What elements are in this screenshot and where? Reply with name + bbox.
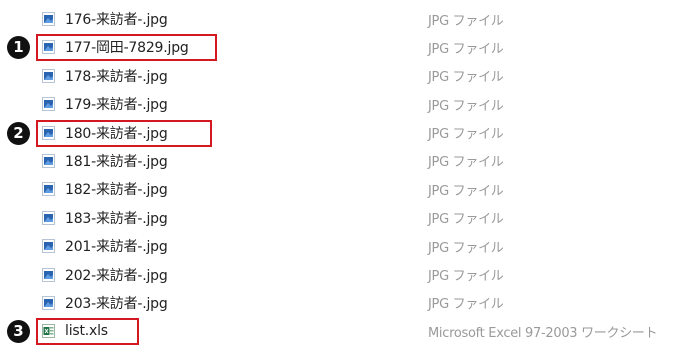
file-name: 179-来訪者-.jpg	[65, 97, 168, 114]
file-name: 177-岡田-7829.jpg	[65, 40, 189, 57]
jpg-image-icon	[42, 295, 55, 310]
file-list: 176-来訪者-.jpg JPG ファイル 1 177-岡田-7829.jpg …	[0, 5, 677, 346]
file-type: JPG ファイル	[428, 183, 504, 199]
file-name-cell[interactable]: 180-来訪者-.jpg	[36, 119, 168, 147]
file-type: JPG ファイル	[428, 155, 504, 171]
jpg-image-icon	[42, 182, 55, 197]
file-name: 176-来訪者-.jpg	[65, 12, 168, 28]
file-row[interactable]: 178-来訪者-.jpg JPG ファイル	[0, 62, 677, 90]
file-row[interactable]: 203-来訪者-.jpg JPG ファイル	[0, 289, 677, 317]
jpg-image-icon	[42, 12, 55, 26]
file-name-cell[interactable]: 202-来訪者-.jpg	[36, 261, 168, 289]
file-name-cell[interactable]: 177-岡田-7829.jpg	[36, 33, 189, 61]
file-name: 180-来訪者-.jpg	[65, 125, 168, 142]
file-name: 183-来訪者-.jpg	[65, 210, 168, 227]
file-name: 181-来訪者-.jpg	[65, 153, 168, 170]
excel-file-icon	[42, 324, 55, 339]
file-row[interactable]: 176-来訪者-.jpg JPG ファイル	[0, 5, 677, 33]
file-name-cell[interactable]: 176-来訪者-.jpg	[36, 5, 168, 33]
file-type: JPG ファイル	[428, 297, 504, 313]
file-row[interactable]: 3 list.xls Microsoft Excel 97-2003 ワークシー…	[0, 317, 677, 346]
file-name-cell[interactable]: 183-来訪者-.jpg	[36, 204, 168, 232]
file-name: 202-来訪者-.jpg	[65, 267, 168, 284]
file-row[interactable]: 1 177-岡田-7829.jpg JPG ファイル	[0, 33, 677, 62]
file-name-cell[interactable]: 181-来訪者-.jpg	[36, 147, 168, 175]
file-name: 203-来訪者-.jpg	[65, 295, 168, 312]
jpg-image-icon	[42, 125, 55, 140]
file-name: list.xls	[65, 323, 108, 340]
file-name-cell[interactable]: 201-来訪者-.jpg	[36, 232, 168, 260]
file-type: JPG ファイル	[428, 98, 504, 114]
file-type: JPG ファイル	[428, 70, 504, 86]
file-type: JPG ファイル	[428, 212, 504, 228]
file-type: JPG ファイル	[428, 41, 504, 57]
jpg-image-icon	[42, 40, 55, 55]
file-type: JPG ファイル	[428, 269, 504, 285]
jpg-image-icon	[42, 153, 55, 168]
jpg-image-icon	[42, 239, 55, 254]
file-name: 201-来訪者-.jpg	[65, 239, 168, 256]
file-row[interactable]: 202-来訪者-.jpg JPG ファイル	[0, 261, 677, 289]
file-type: JPG ファイル	[428, 13, 504, 29]
callout-marker-1: 1	[7, 36, 30, 60]
file-name: 182-来訪者-.jpg	[65, 182, 168, 199]
file-row[interactable]: 182-来訪者-.jpg JPG ファイル	[0, 175, 677, 203]
file-name-cell[interactable]: 179-来訪者-.jpg	[36, 90, 168, 118]
jpg-image-icon	[42, 267, 55, 282]
jpg-image-icon	[42, 68, 55, 83]
file-row[interactable]: 201-来訪者-.jpg JPG ファイル	[0, 232, 677, 260]
file-row[interactable]: 2 180-来訪者-.jpg JPG ファイル	[0, 119, 677, 147]
file-name-cell[interactable]: list.xls	[36, 317, 108, 345]
file-name-cell[interactable]: 178-来訪者-.jpg	[36, 62, 168, 90]
file-row[interactable]: 183-来訪者-.jpg JPG ファイル	[0, 204, 677, 232]
file-type: JPG ファイル	[428, 127, 504, 143]
jpg-image-icon	[42, 97, 55, 112]
callout-marker-2: 2	[7, 121, 30, 145]
callout-marker-3: 3	[7, 320, 30, 344]
file-name-cell[interactable]: 203-来訪者-.jpg	[36, 289, 168, 317]
file-row[interactable]: 181-来訪者-.jpg JPG ファイル	[0, 147, 677, 175]
jpg-image-icon	[42, 210, 55, 225]
file-name: 178-来訪者-.jpg	[65, 68, 168, 85]
file-type: JPG ファイル	[428, 240, 504, 256]
file-name-cell[interactable]: 182-来訪者-.jpg	[36, 175, 168, 203]
file-type: Microsoft Excel 97-2003 ワークシート	[428, 325, 658, 341]
file-row[interactable]: 179-来訪者-.jpg JPG ファイル	[0, 90, 677, 118]
